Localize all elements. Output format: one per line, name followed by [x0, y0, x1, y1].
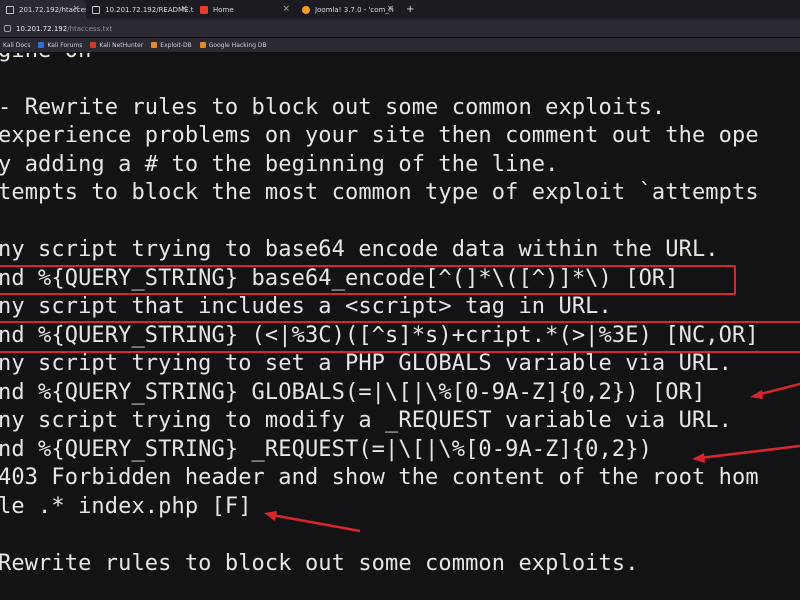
tab-label: Joomla! 3.7.0 - 'com_field	[315, 5, 394, 14]
ghdb-icon	[199, 42, 206, 48]
file-icon	[92, 5, 100, 14]
kali-icon	[38, 42, 45, 48]
bookmark-label: Kali Forums	[47, 41, 83, 49]
close-icon[interactable]: ×	[282, 4, 290, 14]
close-icon[interactable]: ×	[386, 4, 394, 14]
annotation-arrows	[264, 382, 800, 533]
bookmark-label: Kali NetHunter	[99, 41, 144, 49]
new-tab-button[interactable]: +	[400, 0, 420, 19]
tab-readme[interactable]: 10.201.72.192/README.txt ×	[86, 0, 194, 19]
url-host: 10.201.72.192	[16, 24, 68, 33]
bookmark-google-hacking-db[interactable]: Google Hacking DB	[199, 41, 267, 49]
tab-joomla[interactable]: Joomla! 3.7.0 - 'com_field ×	[296, 0, 400, 19]
file-icon	[6, 5, 14, 14]
page-info-icon[interactable]	[4, 25, 11, 32]
bookmarks-toolbar: Kali Docs Kali Forums Kali NetHunter Exp…	[0, 38, 800, 53]
joomla-icon	[302, 5, 310, 14]
arrow-index-php	[264, 511, 361, 533]
url-path: /htaccess.txt	[67, 24, 113, 33]
bookmark-kali-forums[interactable]: Kali Forums	[38, 42, 82, 49]
bookmark-label: Google Hacking DB	[208, 41, 267, 49]
nethunter-icon	[90, 42, 97, 48]
tab-bar: 201.72.192/htaccess.txt × 10.201.72.192/…	[0, 0, 800, 20]
address-bar[interactable]: 10.201.72.192/htaccess.txt	[0, 20, 800, 37]
bookmark-exploit-db[interactable]: Exploit-DB	[151, 41, 192, 49]
home-icon	[200, 5, 208, 14]
bookmark-label: Exploit-DB	[160, 41, 192, 49]
tab-htaccess[interactable]: 201.72.192/htaccess.txt ×	[0, 0, 86, 19]
exploit-db-icon	[151, 42, 158, 48]
bookmark-label: Kali Docs	[3, 41, 31, 49]
bookmark-kali-docs[interactable]: Kali Docs	[0, 42, 30, 49]
tab-home[interactable]: Home ×	[194, 0, 296, 19]
tab-label: Home	[213, 5, 234, 14]
arrow-globals	[750, 382, 800, 399]
close-icon[interactable]: ×	[72, 4, 80, 14]
close-icon[interactable]: ×	[180, 4, 188, 14]
bookmark-kali-nethunter[interactable]: Kali NetHunter	[90, 42, 143, 49]
arrow-request	[692, 444, 800, 463]
